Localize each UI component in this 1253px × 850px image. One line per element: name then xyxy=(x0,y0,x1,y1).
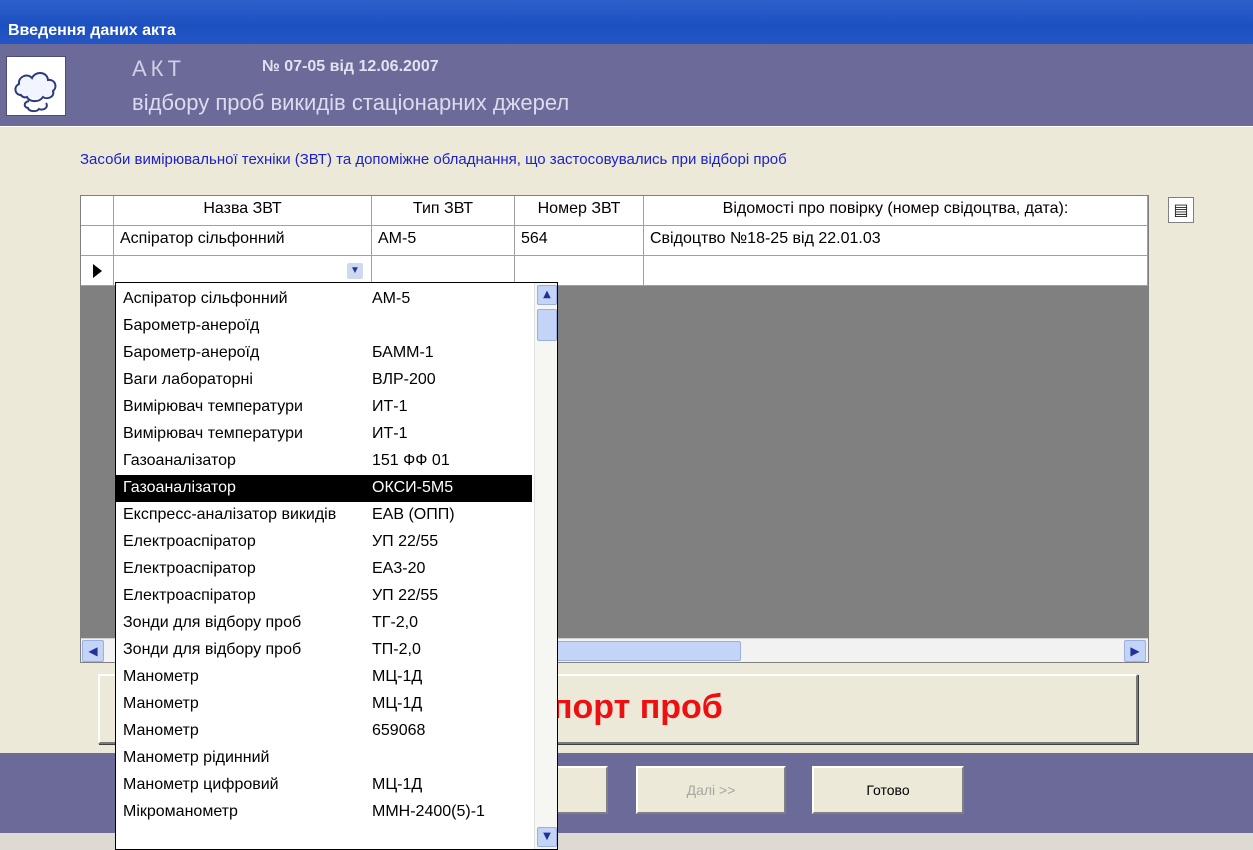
dropdown-item-name: Електроаспіратор xyxy=(123,533,256,550)
row-pointer-icon xyxy=(93,264,102,278)
dropdown-item-name: Манометр xyxy=(123,695,199,712)
dropdown-item[interactable]: Газоаналізатор ОКСИ-5М5 xyxy=(116,475,532,502)
dropdown-item-type: ВЛР-200 xyxy=(372,371,436,388)
dropdown-item-name: Експресс-аналізатор викидів xyxy=(123,506,337,523)
done-button-label: Готово xyxy=(866,782,910,798)
dropdown-item-type: ИТ-1 xyxy=(372,425,408,442)
dropdown-item[interactable]: Манометр 659068 xyxy=(116,718,532,745)
cell-number[interactable]: 564 xyxy=(515,226,644,256)
dropdown-item-type: УП 22/55 xyxy=(372,587,439,604)
act-subtitle: відбору проб викидів стаціонарних джерел xyxy=(132,90,570,115)
cell-verification[interactable] xyxy=(644,256,1148,286)
dropdown-item-name: Манометр xyxy=(123,722,199,739)
dropdown-item-name: Газоаналізатор xyxy=(123,479,236,496)
grid-header-selector[interactable] xyxy=(81,196,114,226)
dropdown-item-name: Манометр рідинний xyxy=(123,749,270,766)
act-number: № 07-05 від 12.06.2007 xyxy=(262,58,439,75)
dropdown-item-name: Манометр xyxy=(123,668,199,685)
dropdown-item-name: Електроаспіратор xyxy=(123,560,256,577)
dropdown-item-type: БАММ-1 xyxy=(372,344,434,361)
dropdown-item[interactable]: Вимірювач температури ИТ-1 xyxy=(116,421,532,448)
dropdown-item[interactable]: Газоаналізатор 151 ФФ 01 xyxy=(116,448,532,475)
dropdown-item-type: УП 22/55 xyxy=(372,533,439,550)
dropdown-item-name: Манометр цифровий xyxy=(123,776,279,793)
dropdown-item-name: Зонди для відбору проб xyxy=(123,614,302,631)
dropdown-item-name: Барометр-анероїд xyxy=(123,317,260,334)
dropdown-item-name: Мікроманометр xyxy=(123,803,238,820)
cell-type[interactable]: АМ-5 xyxy=(372,226,515,256)
dropdown-item-type: ИТ-1 xyxy=(372,398,408,415)
dropdown-item[interactable]: Барометр-анероїд xyxy=(116,313,532,340)
done-button[interactable]: Готово xyxy=(812,766,964,814)
dropdown-item-type: МЦ-1Д xyxy=(372,695,423,712)
dropdown-item[interactable]: Електроаспіратор УП 22/55 xyxy=(116,583,532,610)
scroll-up-icon[interactable]: ▲ xyxy=(537,285,557,305)
dropdown-item-type: ОКСИ-5М5 xyxy=(372,479,454,496)
dropdown-item[interactable]: Манометр цифровий МЦ-1Д xyxy=(116,772,532,799)
dropdown-scrollbar[interactable]: ▲ ▼ xyxy=(534,283,557,849)
cell-name[interactable]: Аспіратор сільфонний xyxy=(114,226,372,256)
dropdown-item-name: Аспіратор сільфонний xyxy=(123,290,288,307)
dropdown-item-name: Вимірювач температури xyxy=(123,398,303,415)
dropdown-item-name: Зонди для відбору проб xyxy=(123,641,302,658)
dropdown-item-type: ТГ-2,0 xyxy=(372,614,419,631)
dropdown-item[interactable]: Зонди для відбору проб ТП-2,0 xyxy=(116,637,532,664)
chevron-down-icon[interactable]: ▼ xyxy=(347,263,363,279)
dropdown-item-type: МЦ-1Д xyxy=(372,776,423,793)
scroll-right-icon[interactable]: ▶ xyxy=(1124,640,1146,662)
dropdown-item-type: 659068 xyxy=(372,722,426,739)
dropdown-item-type: ЕАВ (ОПП) xyxy=(372,506,455,523)
title-bar: Введення даних акта xyxy=(0,0,1253,44)
dropdown-item[interactable]: Ваги лабораторні ВЛР-200 xyxy=(116,367,532,394)
cloud-logo-icon xyxy=(6,56,66,116)
cell-verification[interactable]: Свідоцтво №18-25 від 22.01.03 xyxy=(644,226,1148,256)
dropdown-item[interactable]: Експресс-аналізатор викидів ЕАВ (ОПП) xyxy=(116,502,532,529)
row-selector[interactable] xyxy=(81,226,114,256)
section-caption: Засоби вимірювальної техніки (ЗВТ) та до… xyxy=(80,151,787,168)
column-header-type[interactable]: Тип ЗВТ xyxy=(372,196,515,226)
instrument-dropdown-list[interactable]: Аспіратор сільфонний АМ-5 Барометр-анероїд… xyxy=(115,282,558,850)
dropdown-item-name: Ваги лабораторні xyxy=(123,371,253,388)
dropdown-item-name: Вимірювач температури xyxy=(123,425,303,442)
act-header: АКТ № 07-05 від 12.06.2007 відбору проб … xyxy=(0,44,1253,126)
next-button[interactable]: Далі >> xyxy=(636,766,786,814)
scroll-down-icon[interactable]: ▼ xyxy=(537,827,557,847)
window-title: Введення даних акта xyxy=(8,22,176,39)
dropdown-item[interactable]: Барометр-анероїд БАММ-1 xyxy=(116,340,532,367)
table-row[interactable]: Аспіратор сільфонний АМ-5 564 Свідоцтво … xyxy=(81,226,1148,256)
grid-header-row: Назва ЗВТ Тип ЗВТ Номер ЗВТ Відомості пр… xyxy=(81,196,1148,226)
column-header-verification[interactable]: Відомості про повірку (номер свідоцтва, … xyxy=(644,196,1148,226)
dropdown-item[interactable]: Електроаспіратор УП 22/55 xyxy=(116,529,532,556)
dropdown-item[interactable]: Манометр МЦ-1Д xyxy=(116,664,532,691)
dropdown-item-type: 151 ФФ 01 xyxy=(372,452,450,469)
column-header-name[interactable]: Назва ЗВТ xyxy=(114,196,372,226)
scrollbar-thumb[interactable] xyxy=(551,641,741,661)
dropdown-item-type: АМ-5 xyxy=(372,290,411,307)
column-header-number[interactable]: Номер ЗВТ xyxy=(515,196,644,226)
dropdown-item-type: ЕА3-20 xyxy=(372,560,426,577)
form-view-icon[interactable]: ▤ xyxy=(1168,197,1194,223)
sample-transport-label: порт проб xyxy=(552,688,723,726)
dropdown-item-type: МЦ-1Д xyxy=(372,668,423,685)
dropdown-scroll-thumb[interactable] xyxy=(537,309,557,341)
dropdown-item-type: ММН-2400(5)-1 xyxy=(372,803,485,820)
dropdown-item[interactable]: Вимірювач температури ИТ-1 xyxy=(116,394,532,421)
dropdown-item[interactable]: Мікроманометр ММН-2400(5)-1 xyxy=(116,799,532,826)
dropdown-item-type: ТП-2,0 xyxy=(372,641,421,658)
dropdown-item-name: Газоаналізатор xyxy=(123,452,236,469)
act-title: АКТ xyxy=(132,56,185,81)
dropdown-item[interactable]: Аспіратор сільфонний АМ-5 xyxy=(116,286,532,313)
dropdown-item[interactable]: Манометр МЦ-1Д xyxy=(116,691,532,718)
dropdown-item[interactable]: Зонди для відбору проб ТГ-2,0 xyxy=(116,610,532,637)
dropdown-item[interactable]: Манометр рідинний xyxy=(116,745,532,772)
dropdown-item[interactable]: Електроаспіратор ЕА3-20 xyxy=(116,556,532,583)
dropdown-item-name: Електроаспіратор xyxy=(123,587,256,604)
scroll-left-icon[interactable]: ◀ xyxy=(82,640,104,662)
dropdown-item-name: Барометр-анероїд xyxy=(123,344,260,361)
row-selector[interactable] xyxy=(81,256,114,286)
next-button-label: Далі >> xyxy=(686,782,736,798)
